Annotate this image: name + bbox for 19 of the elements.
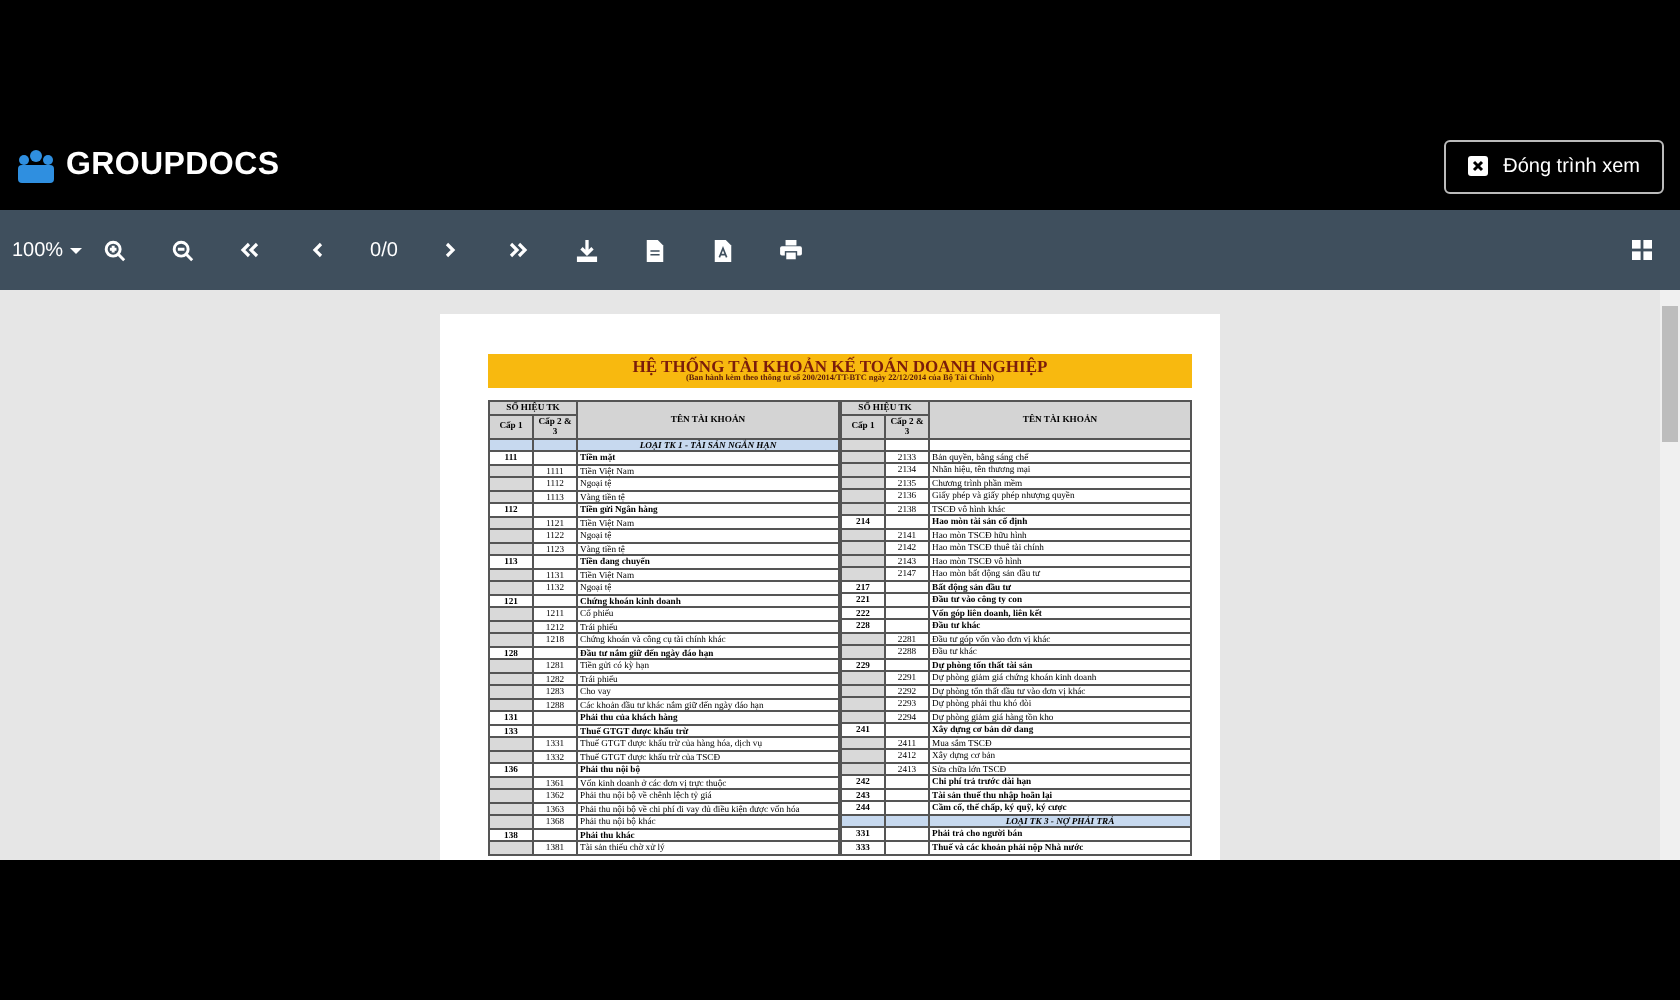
double-chevron-left-icon xyxy=(240,242,260,258)
file-icon xyxy=(645,239,663,261)
close-icon xyxy=(1467,156,1488,176)
page-counter: 0/0 xyxy=(368,239,400,261)
pdf-file-icon xyxy=(713,239,731,261)
logo-text: GROUPDOCS xyxy=(66,148,280,184)
close-viewer-button[interactable]: Đóng trình xem xyxy=(1443,139,1664,193)
document-title: HỆ THỐNG TÀI KHOẢN KẾ TOÁN DOANH NGHIỆP xyxy=(632,357,1048,375)
zoom-in-icon xyxy=(103,239,125,261)
chevron-right-icon xyxy=(444,242,456,258)
zoom-dropdown[interactable]: 100% xyxy=(8,220,80,280)
chevron-left-icon xyxy=(312,242,324,258)
scrollbar[interactable] xyxy=(1660,290,1680,860)
grid-icon xyxy=(1632,240,1652,260)
download-icon xyxy=(575,239,597,261)
zoom-out-icon xyxy=(171,239,193,261)
print-icon xyxy=(779,240,801,260)
logo-icon xyxy=(16,148,56,184)
double-chevron-right-icon xyxy=(508,242,528,258)
